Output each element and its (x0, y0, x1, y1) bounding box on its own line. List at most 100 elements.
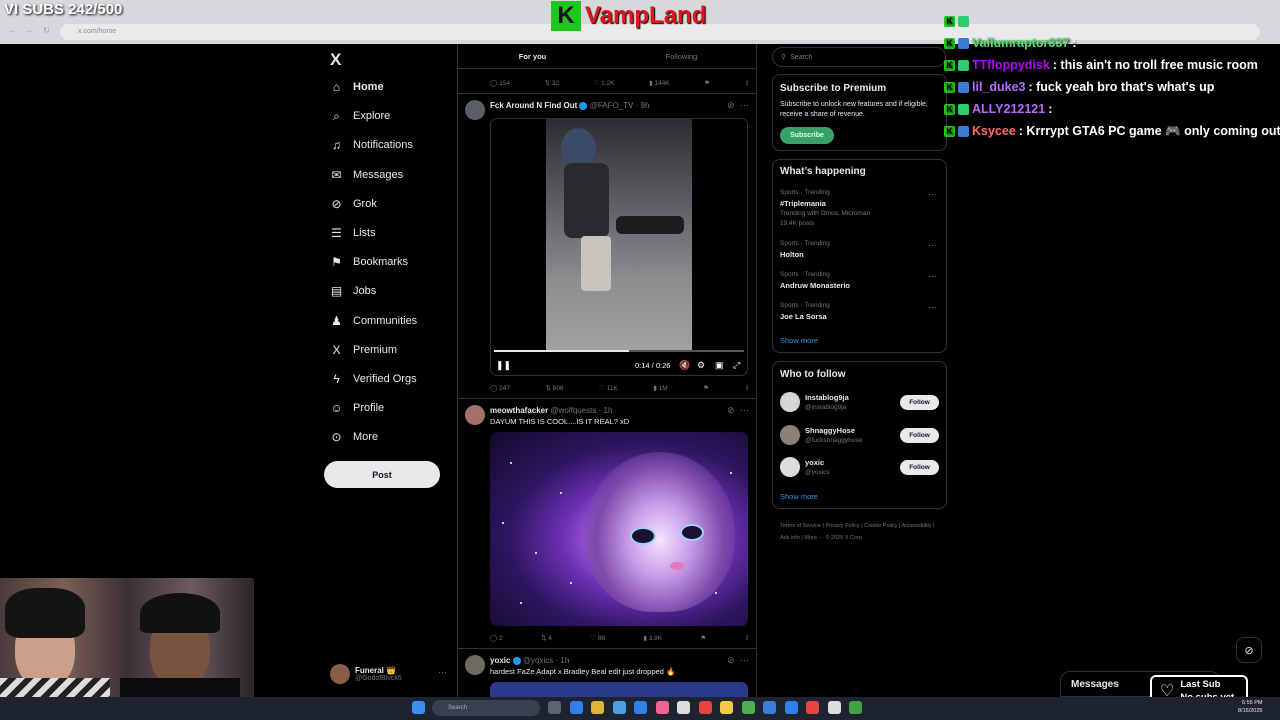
more-icon[interactable]: ··· (928, 189, 937, 199)
obs-icon[interactable] (806, 701, 819, 714)
suggestion-name[interactable]: Instablog9ja (805, 393, 849, 402)
forward-icon[interactable]: → (25, 26, 33, 35)
nav-profile[interactable]: ☺ Profile (330, 397, 384, 419)
taskbar-search[interactable]: Search (432, 700, 540, 716)
post-author[interactable]: Fck Around N Find Out (490, 101, 577, 110)
windows-start-icon[interactable] (412, 701, 425, 714)
clock[interactable]: 6:55 PM 8/16/2025 (1238, 699, 1262, 715)
avatar[interactable] (465, 405, 485, 425)
repost-button[interactable]: ⇅ 4 (541, 634, 552, 642)
share-icon[interactable]: ⇧ (745, 79, 750, 87)
nav-communities[interactable]: ♟ Communities (330, 310, 417, 332)
trend-title[interactable]: Holton (780, 250, 804, 259)
app-icon[interactable] (827, 701, 841, 714)
tab-for-you[interactable]: For you (458, 44, 607, 68)
views-button[interactable]: ▮ 144K (649, 79, 670, 87)
reply-button[interactable]: ◯ 2 (490, 634, 503, 642)
account-more-icon[interactable]: ··· (438, 667, 447, 677)
grok-post-icon[interactable]: ⊘ (727, 100, 735, 111)
app-icon[interactable] (677, 701, 690, 714)
show-more-link[interactable]: Show more (780, 492, 818, 501)
share-icon[interactable]: ⇧ (744, 634, 749, 642)
mute-icon[interactable]: 🔇 (679, 360, 690, 371)
views-button[interactable]: ▮ 1M (653, 384, 667, 392)
nav-bookmarks[interactable]: ⚑ Bookmarks (330, 251, 408, 273)
post-author[interactable]: yoxic (490, 656, 510, 665)
reload-icon[interactable]: ↻ (43, 26, 50, 35)
avatar[interactable] (780, 457, 800, 477)
follow-button[interactable]: Follow (900, 395, 939, 410)
bookmark-icon[interactable]: ⚑ (700, 634, 706, 642)
like-button[interactable]: ♡ 88 (590, 634, 605, 642)
grok-post-icon[interactable]: ⊘ (727, 405, 735, 416)
share-icon[interactable]: ⇧ (744, 384, 749, 392)
nav-verified-orgs[interactable]: ϟ Verified Orgs (330, 368, 416, 390)
chrome-icon[interactable] (698, 701, 712, 714)
post-image[interactable] (490, 682, 748, 697)
discord-icon[interactable] (784, 701, 798, 714)
trend-title[interactable]: Joe La Sorsa (780, 312, 827, 321)
suggestion-name[interactable]: yoxic (805, 458, 824, 467)
pause-icon[interactable]: ❚❚ (496, 360, 511, 371)
more-icon[interactable]: ··· (928, 271, 937, 281)
avatar[interactable] (465, 655, 485, 675)
photos-icon[interactable] (655, 701, 669, 714)
notes-icon[interactable] (720, 701, 733, 714)
back-icon[interactable]: ← (8, 26, 16, 35)
like-button[interactable]: ♡ 1.2K (594, 79, 615, 87)
settings-icon[interactable]: ⚙ (697, 360, 705, 371)
pip-icon[interactable]: ▣ (715, 360, 724, 371)
chrome-icon[interactable] (849, 701, 862, 714)
like-button[interactable]: ♡ 11K (599, 384, 618, 392)
subscribe-button[interactable]: Subscribe (780, 127, 834, 144)
folder-icon[interactable] (591, 701, 604, 714)
nav-home[interactable]: ⌂ Home (330, 76, 384, 98)
tab-following[interactable]: Following (607, 44, 756, 68)
reply-button[interactable]: ◯ 247 (490, 384, 510, 392)
more-icon[interactable]: ··· (740, 405, 749, 415)
nav-explore[interactable]: ⌕ Explore (330, 105, 390, 127)
nav-grok[interactable]: ⊘ Grok (330, 193, 376, 215)
repost-button[interactable]: ⇅ 608 (545, 384, 563, 392)
post-image[interactable] (490, 432, 748, 626)
trend-title[interactable]: #Triplemania (780, 199, 826, 208)
follow-button[interactable]: Follow (900, 460, 939, 475)
nav-messages[interactable]: ✉ Messages (330, 164, 403, 186)
suggestion-name[interactable]: ShnaggyHose (805, 426, 855, 435)
post-button[interactable]: Post (324, 461, 440, 488)
avatar[interactable] (780, 392, 800, 412)
store-icon[interactable] (612, 701, 626, 714)
reply-button[interactable]: ◯ 154 (490, 79, 510, 87)
avatar[interactable] (780, 424, 800, 445)
show-more-link[interactable]: Show more (780, 336, 818, 345)
footer-links[interactable]: Terms of Service | Privacy Policy | Cook… (780, 520, 945, 544)
search-input[interactable]: ⚲ Search (772, 47, 946, 67)
nav-jobs[interactable]: ▤ Jobs (330, 280, 376, 302)
nav-lists[interactable]: ☰ Lists (330, 222, 376, 244)
task-view-icon[interactable] (548, 701, 561, 714)
bookmark-icon[interactable]: ⚑ (704, 79, 710, 87)
more-icon[interactable]: ··· (740, 100, 749, 110)
nav-premium[interactable]: X Premium (330, 339, 397, 361)
more-icon[interactable]: ··· (928, 240, 937, 250)
mail-icon[interactable] (634, 701, 647, 714)
edge-icon[interactable] (569, 701, 583, 714)
post-author[interactable]: meowthafacker (490, 406, 548, 415)
more-icon[interactable]: ··· (928, 302, 937, 312)
grok-icon[interactable]: ⊘ (1236, 637, 1262, 663)
nav-notifications[interactable]: ♫ Notifications (330, 134, 413, 156)
more-icon[interactable]: ··· (740, 655, 749, 665)
x-logo[interactable]: X (330, 50, 341, 70)
fullscreen-icon[interactable]: ⤢ (733, 360, 740, 371)
views-button[interactable]: ▮ 3.8K (643, 634, 662, 642)
follow-button[interactable]: Follow (900, 427, 939, 443)
grok-post-icon[interactable]: ⊘ (727, 655, 735, 666)
avatar[interactable] (465, 100, 485, 120)
repost-button[interactable]: ⇅ 32 (544, 79, 559, 87)
nav-more[interactable]: ⊙ More (330, 426, 378, 448)
bookmark-icon[interactable]: ⚑ (703, 384, 709, 392)
trend-title[interactable]: Andruw Monasterio (780, 281, 850, 290)
xbox-icon[interactable] (741, 701, 755, 714)
terminal-icon[interactable] (763, 701, 776, 714)
account-switcher[interactable]: Funeral 👑 @GodofBlvck6 (330, 664, 402, 684)
